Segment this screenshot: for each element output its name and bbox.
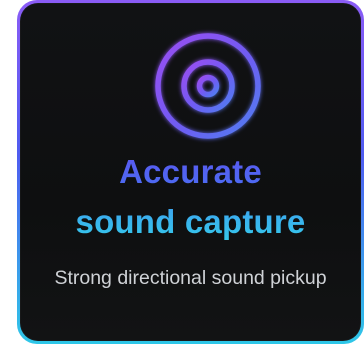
- card-title-line-1: Accurate: [20, 153, 361, 191]
- card-title-line-2: sound capture: [20, 203, 361, 241]
- target-icon: [148, 26, 268, 146]
- feature-card-stage: Accurate sound capture Strong directiona…: [0, 0, 364, 344]
- feature-card: Accurate sound capture Strong directiona…: [20, 3, 361, 341]
- card-description: Strong directional sound pickup: [54, 267, 327, 289]
